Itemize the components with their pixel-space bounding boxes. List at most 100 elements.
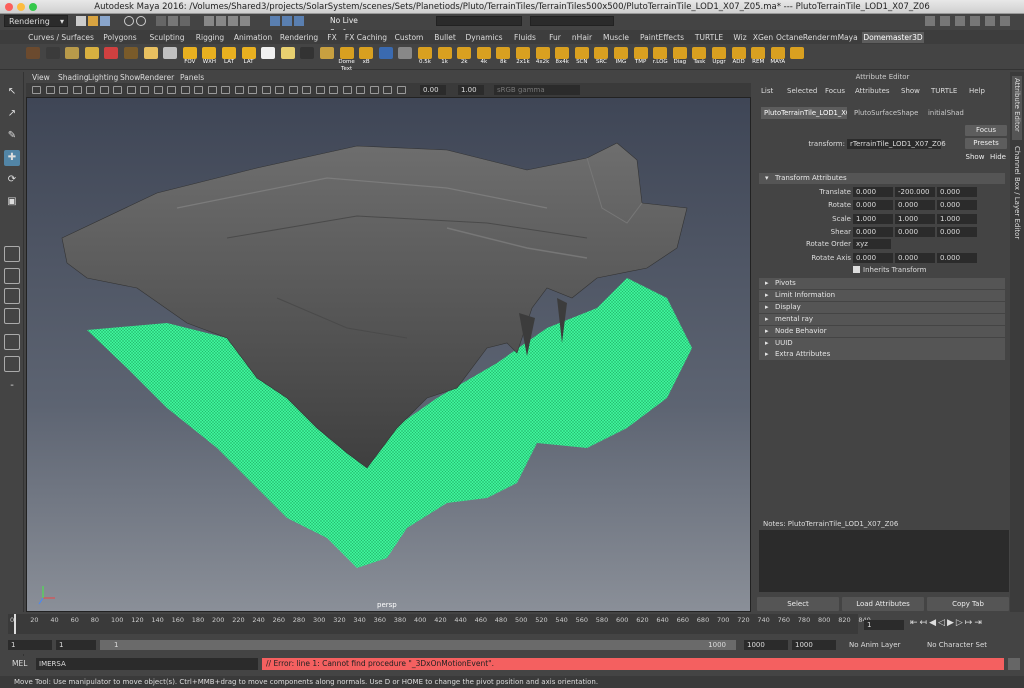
viewport-tool-icon[interactable] xyxy=(45,86,55,94)
shelf-tab-painteffects[interactable]: PaintEffects xyxy=(636,32,688,43)
start-time-field[interactable]: 1 xyxy=(8,640,52,650)
viewport-tool-icon[interactable] xyxy=(234,86,244,94)
shelf-button-icon-19[interactable] xyxy=(396,47,414,68)
shelf-tab-fur[interactable]: Fur xyxy=(544,32,566,43)
shelf-button-icon-2[interactable] xyxy=(63,47,81,68)
rotate-order-dropdown[interactable]: xyz xyxy=(853,239,891,249)
step-back-icon[interactable]: ◀ xyxy=(929,618,938,628)
shelf-tab-domemaster3d[interactable]: Domemaster3D xyxy=(862,32,924,43)
viewport-menu-panels[interactable]: Panels xyxy=(180,73,204,82)
snap-point-icon[interactable] xyxy=(228,16,238,26)
shelf-button-8x4k[interactable]: 8x4k xyxy=(553,47,571,68)
rotate-axis-field[interactable]: 0.000 xyxy=(853,253,893,263)
focus-button[interactable]: Focus xyxy=(965,125,1007,136)
shelf-button-icon-3[interactable] xyxy=(83,47,101,68)
section-display[interactable]: Display xyxy=(759,301,1005,313)
script-layout-icon[interactable] xyxy=(4,356,20,372)
sidebar-toggle-icon[interactable] xyxy=(925,16,935,26)
attr-shear-field[interactable]: 0.000 xyxy=(853,226,893,237)
show-button[interactable]: Show xyxy=(963,152,987,163)
viewport-tool-icon[interactable] xyxy=(356,86,365,94)
shelf-button-tmp[interactable]: TMP xyxy=(632,47,650,68)
shelf-tab-bullet[interactable]: Bullet xyxy=(430,32,460,43)
anim-layer-dropdown[interactable]: No Anim Layer xyxy=(846,640,914,650)
toolbox-toggle-icon[interactable] xyxy=(1000,16,1010,26)
near-clip-field[interactable]: 0.00 xyxy=(420,85,446,95)
select-button[interactable]: Select xyxy=(757,597,839,611)
viewport-tool-icon[interactable] xyxy=(288,86,298,94)
ae-menu-show[interactable]: Show xyxy=(901,87,920,95)
shelf-button-8k[interactable]: 8k xyxy=(494,47,512,68)
shelf-button-icon-0[interactable] xyxy=(24,47,42,68)
attr-rotate-field[interactable]: 0.000 xyxy=(937,200,977,211)
viewport-tool-icon[interactable] xyxy=(221,86,230,94)
shelf-button-diag[interactable]: Diag xyxy=(671,47,689,68)
viewport-tool-icon[interactable] xyxy=(207,86,217,94)
viewport-tool-icon[interactable] xyxy=(342,86,352,94)
viewport-menu-show[interactable]: Show xyxy=(120,73,140,82)
command-input[interactable]: IMERSA xyxy=(36,658,258,670)
menu-set-dropdown[interactable]: Rendering xyxy=(4,15,68,27)
shelf-button-r-log[interactable]: r.LOG xyxy=(651,47,669,68)
shelf-button-icon-4[interactable] xyxy=(102,47,120,68)
notes-textarea[interactable] xyxy=(759,530,1009,592)
transform-attributes-section[interactable]: Transform Attributes xyxy=(759,173,1005,184)
section-pivots[interactable]: Pivots xyxy=(759,278,1005,289)
shelf-tab-octanerender[interactable]: OctaneRender xyxy=(776,32,830,43)
attr-translate-field[interactable]: 0.000 xyxy=(937,187,977,197)
shelf-button-2x1k[interactable]: 2x1k xyxy=(514,47,532,68)
viewport-tool-icon[interactable] xyxy=(140,86,149,94)
attr-rotate-field[interactable]: 0.000 xyxy=(853,200,893,211)
current-frame-field[interactable]: 1 xyxy=(864,620,904,630)
render-icon[interactable] xyxy=(270,16,280,26)
graph-layout-icon[interactable] xyxy=(4,334,20,350)
two-view-layout-icon[interactable] xyxy=(4,288,20,304)
shelf-tab-rendering[interactable]: Rendering xyxy=(278,32,320,43)
script-editor-icon[interactable] xyxy=(1008,658,1020,670)
section-mental-ray[interactable]: mental ray xyxy=(759,313,1005,325)
viewport-tool-icon[interactable] xyxy=(113,86,122,94)
shelf-button-lat[interactable]: LAT xyxy=(220,47,238,68)
playback-start-field[interactable]: 1 xyxy=(56,640,96,650)
colorspace-dropdown[interactable]: sRGB gamma xyxy=(494,85,580,95)
shelf-tab-mmaya[interactable]: mMaya xyxy=(828,32,860,43)
ae-menu-attributes[interactable]: Attributes xyxy=(855,87,890,95)
viewport-tool-icon[interactable] xyxy=(32,86,41,94)
shelf-button-add[interactable]: ADD xyxy=(730,47,748,68)
shelf-button-fov[interactable]: FOV xyxy=(181,47,199,68)
viewport-tool-icon[interactable] xyxy=(302,86,311,94)
shelf-button-icon-1[interactable] xyxy=(44,47,62,68)
shelf-button-task[interactable]: Task xyxy=(690,47,708,68)
lasso-tool-icon[interactable]: ↗ xyxy=(4,106,20,122)
viewport-tool-icon[interactable] xyxy=(99,86,109,94)
ae-menu-focus[interactable]: Focus xyxy=(825,87,845,95)
shelf-button-wxh[interactable]: WXH xyxy=(200,47,218,68)
shelf-tab-sculpting[interactable]: Sculpting xyxy=(144,32,190,43)
scale-tool-icon[interactable]: ▣ xyxy=(4,194,20,210)
attr-scale-field[interactable]: 1.000 xyxy=(853,213,893,224)
viewport-tool-icon[interactable] xyxy=(248,86,257,94)
four-view-layout-icon[interactable] xyxy=(4,268,20,284)
viewport-menu-lighting[interactable]: Lighting xyxy=(88,73,118,82)
character-set-dropdown[interactable]: No Character Set xyxy=(924,640,1000,650)
node-tab-0[interactable]: PlutoTerrainTile_LOD1_X07_Z06 xyxy=(761,107,847,119)
attr-shear-field[interactable]: 0.000 xyxy=(937,226,977,237)
section-uuid[interactable]: UUID xyxy=(759,337,1005,349)
node-tab-1[interactable]: PlutoSurfaceShape xyxy=(851,107,921,119)
shelf-button-lat[interactable]: LAT xyxy=(240,47,258,68)
viewport-tool-icon[interactable] xyxy=(126,86,136,94)
shelf-button-maya[interactable]: MAYA xyxy=(769,47,787,68)
shelf-button-src[interactable]: SRC xyxy=(592,47,610,68)
time-slider[interactable]: 0 20 40 60 80 100 120 140 160 180 200 220 240 260 280 3… xyxy=(0,612,1024,637)
step-forward-icon[interactable]: ▷ xyxy=(956,618,965,628)
play-backward-icon[interactable]: ◁ xyxy=(938,618,947,628)
shelf-tab-animation[interactable]: Animation xyxy=(230,32,276,43)
outliner-layout-icon[interactable] xyxy=(4,308,20,324)
shelf-button-icon-7[interactable] xyxy=(161,47,179,68)
go-to-end-icon[interactable]: ⇥ xyxy=(974,618,984,628)
script-language-toggle[interactable]: MEL xyxy=(12,659,27,668)
attr-shear-field[interactable]: 0.000 xyxy=(895,226,935,237)
channel-toggle-icon[interactable] xyxy=(970,16,980,26)
shelf-tab-fx-caching[interactable]: FX Caching xyxy=(344,32,388,43)
more-layouts-icon[interactable]: - xyxy=(4,378,20,394)
